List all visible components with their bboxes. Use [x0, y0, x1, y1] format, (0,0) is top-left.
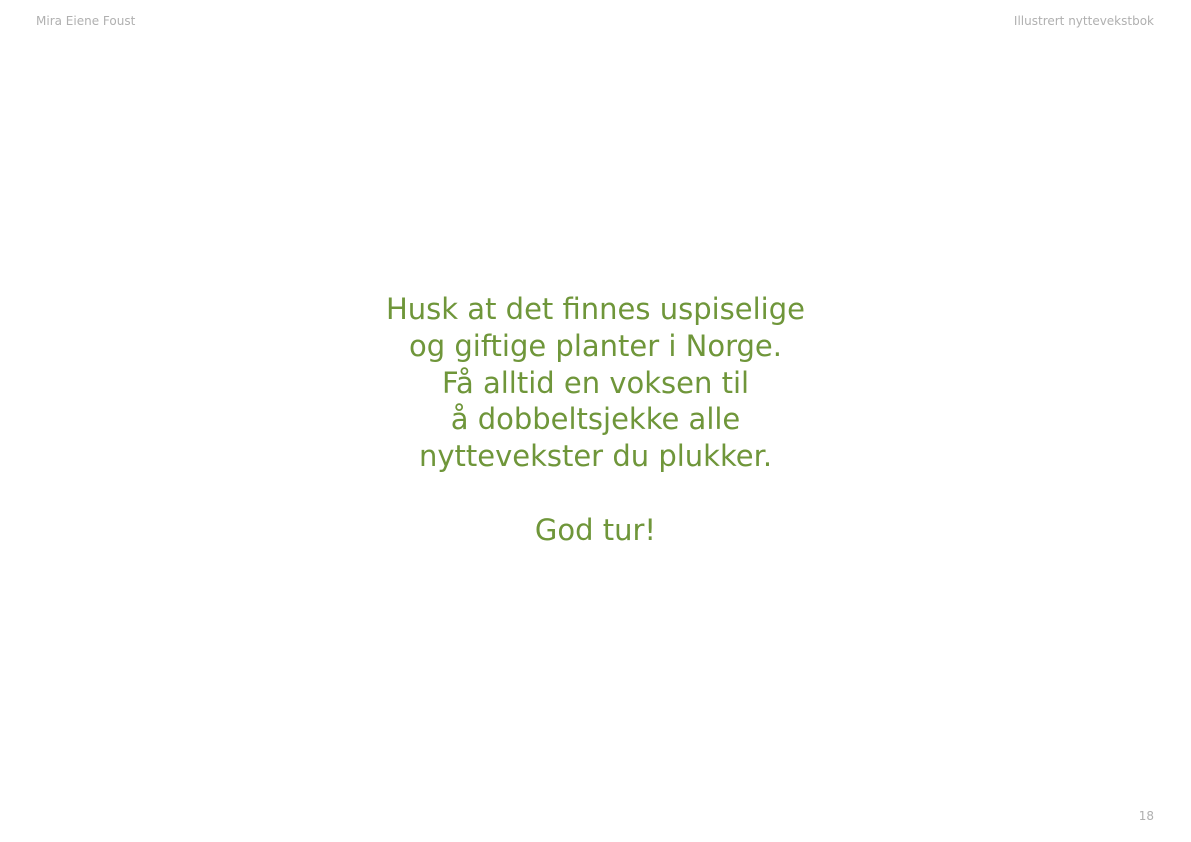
message-line: Husk at det finnes uspiselige: [386, 292, 805, 326]
message-line: å dobbeltsjekke alle: [450, 402, 741, 437]
running-header-book-title: Illustrert nyttevekstbok: [1013, 14, 1154, 28]
page-number: 18: [1138, 809, 1154, 823]
message-line: nyttevekster du plukker.: [418, 439, 773, 474]
running-header-author: Mira Eiene Foust: [36, 14, 136, 28]
greeting: God tur!: [534, 513, 657, 547]
message-line: og giftige planter i Norge.: [409, 328, 782, 363]
warning-message: Husk at det finnes uspiselige og giftige…: [0, 291, 1191, 475]
message-line: Få alltid en voksen til: [441, 365, 750, 400]
